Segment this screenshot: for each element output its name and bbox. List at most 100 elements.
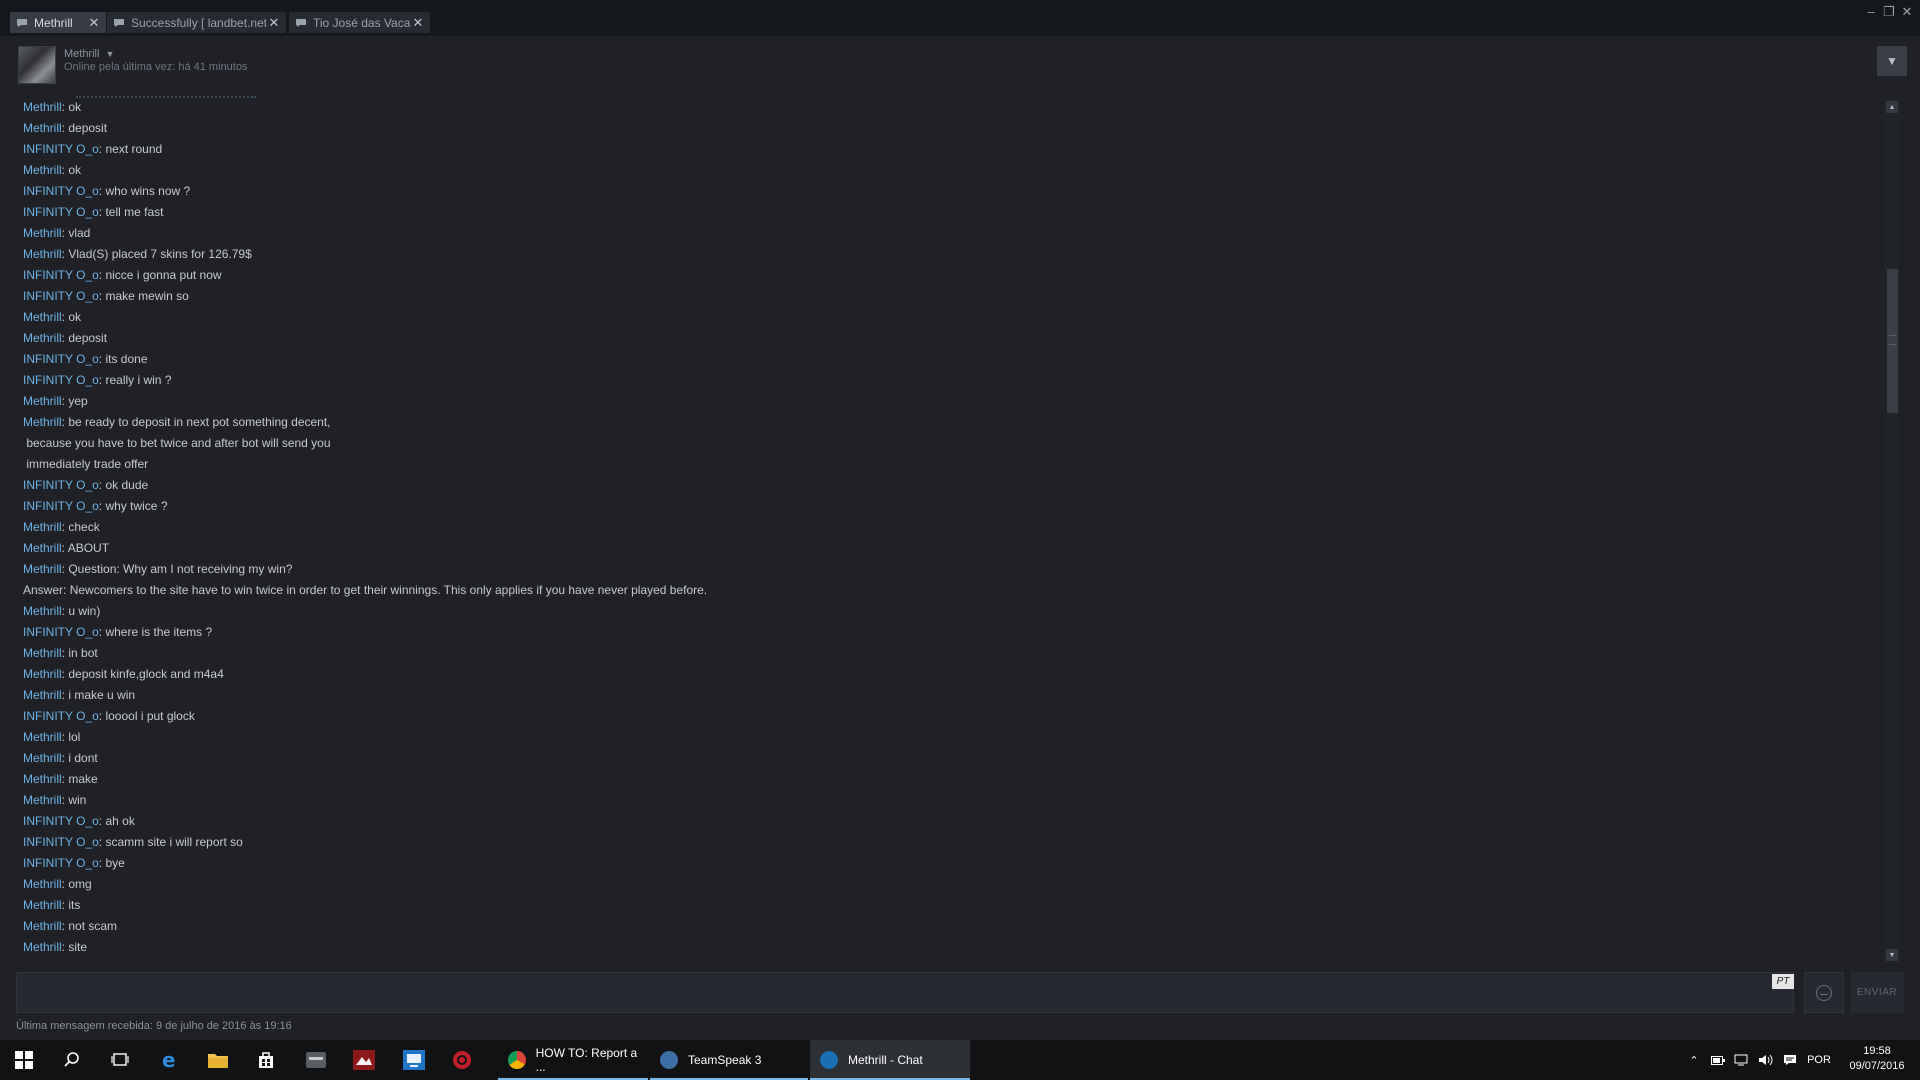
taskbar: e HOW TO: Report a ... TeamSpeak 3 Methr… [0, 1040, 1920, 1080]
dragon-app-icon[interactable] [340, 1040, 388, 1080]
chat-message: Methrill: ABOUT [23, 541, 109, 555]
windows-logo-icon [15, 1051, 33, 1069]
monitor-app-icon[interactable] [390, 1040, 438, 1080]
friend-status: Online pela última vez: há 41 minutos [64, 61, 248, 73]
chat-message: INFINITY O_o: really i win ? [23, 373, 172, 387]
minimize-button[interactable]: – [1862, 4, 1880, 19]
chat-message: INFINITY O_o: tell me fast [23, 205, 164, 219]
message-text: be ready to deposit in next pot somethin… [68, 415, 331, 429]
taskbar-app-steam-chat[interactable]: Methrill - Chat [810, 1040, 970, 1080]
chat-options-button[interactable]: ▼ [1877, 46, 1907, 76]
tab-methrill[interactable]: Methrill ✕ [10, 12, 106, 33]
edge-icon[interactable]: e [146, 1040, 194, 1080]
tab-label: Successfully [ landbet.net ] [131, 15, 266, 30]
app-tile-icon[interactable] [292, 1040, 340, 1080]
file-explorer-icon[interactable] [194, 1040, 242, 1080]
red-circle-app-icon[interactable] [438, 1040, 486, 1080]
message-author: INFINITY O_o [23, 499, 99, 513]
message-author: Methrill [23, 415, 62, 429]
message-text: deposit [68, 121, 108, 135]
message-author: INFINITY O_o [23, 205, 99, 219]
restore-button[interactable]: ❐ [1880, 4, 1898, 20]
chevron-up-icon[interactable]: ⌃ [1682, 1054, 1706, 1067]
chat-message: Methrill: site [23, 940, 87, 954]
taskbar-app-teamspeak[interactable]: TeamSpeak 3 [650, 1040, 808, 1080]
message-author: INFINITY O_o [23, 625, 99, 639]
start-button[interactable] [0, 1040, 48, 1080]
message-text: make [68, 772, 98, 786]
chat-bubble-icon [113, 18, 125, 28]
message-author: Methrill [23, 793, 62, 807]
message-text: ok [68, 100, 82, 114]
chat-message: INFINITY O_o: nicce i gonna put now [23, 268, 222, 282]
chat-message: INFINITY O_o: who wins now ? [23, 184, 190, 198]
caret-down-icon[interactable]: ▼ [105, 49, 114, 59]
chat-message: immediately trade offer [23, 457, 148, 471]
tab-label: Methrill [34, 15, 73, 30]
message-text: yep [68, 394, 88, 408]
chat-message: Methrill: u win) [23, 604, 100, 618]
taskbar-app-chrome[interactable]: HOW TO: Report a ... [498, 1040, 648, 1080]
steam-icon [820, 1051, 838, 1069]
store-icon[interactable] [242, 1040, 290, 1080]
chat-message: Methrill: make [23, 772, 98, 786]
smiley-icon [1816, 984, 1832, 1001]
chat-scrollbar[interactable]: ▲ ▼ [1884, 99, 1900, 963]
system-tray: ⌃ POR [1682, 1040, 1836, 1080]
notification-icon[interactable] [1778, 1054, 1802, 1066]
avatar[interactable] [18, 46, 56, 84]
message-author: Methrill [23, 688, 62, 702]
language-badge[interactable]: PT [1772, 974, 1794, 989]
chat-message: INFINITY O_o: ah ok [23, 814, 135, 828]
chat-message: INFINITY O_o: ok dude [23, 478, 148, 492]
send-button[interactable]: ENVIAR [1850, 972, 1904, 1013]
message-author: Methrill [23, 646, 62, 660]
close-tab-icon[interactable]: ✕ [86, 15, 102, 31]
task-view-icon[interactable] [96, 1040, 144, 1080]
chat-message: because you have to bet twice and after … [23, 436, 330, 450]
message-text: its [68, 898, 81, 912]
chat-bubble-icon [16, 18, 28, 28]
message-author: Methrill [23, 247, 62, 261]
network-icon[interactable] [1730, 1054, 1754, 1066]
message-author: INFINITY O_o [23, 835, 99, 849]
volume-icon[interactable] [1754, 1054, 1778, 1066]
chat-message: INFINITY O_o: looool i put glock [23, 709, 195, 723]
emoticon-button[interactable] [1804, 972, 1844, 1013]
message-text: check [68, 520, 100, 534]
message-text: scamm site i will report so [105, 835, 243, 849]
close-tab-icon[interactable]: ✕ [266, 15, 282, 31]
message-text: tell me fast [105, 205, 164, 219]
message-text: i dont [68, 751, 98, 765]
chrome-icon [508, 1051, 526, 1069]
battery-icon[interactable] [1706, 1055, 1730, 1065]
message-author: INFINITY O_o [23, 856, 99, 870]
chat-log: Methrill: ok Methrill: deposit INFINITY O_… [16, 96, 1882, 962]
message-author: Methrill [23, 394, 62, 408]
scroll-down-icon[interactable]: ▼ [1886, 949, 1898, 961]
chat-message: INFINITY O_o: bye [23, 856, 125, 870]
scrollbar-thumb[interactable] [1887, 269, 1898, 413]
chat-message: Methrill: deposit [23, 121, 107, 135]
taskbar-clock[interactable]: 19:58 09/07/2016 [1840, 1044, 1914, 1074]
chat-message: Methrill: Question: Why am I not receivi… [23, 562, 292, 576]
search-icon[interactable] [48, 1040, 96, 1080]
taskbar-app-label: Methrill - Chat [848, 1053, 923, 1067]
input-language[interactable]: POR [1802, 1054, 1836, 1066]
chat-message: Methrill: i make u win [23, 688, 135, 702]
friend-name-label: Methrill [64, 48, 100, 60]
close-window-button[interactable]: ✕ [1898, 4, 1916, 20]
scroll-up-icon[interactable]: ▲ [1886, 101, 1898, 113]
close-tab-icon[interactable]: ✕ [410, 15, 426, 31]
message-text: ok dude [105, 478, 149, 492]
tab-tio-jose[interactable]: Tio José das Vacas ✕ [289, 12, 430, 33]
friend-name[interactable]: Methrill ▼ [64, 48, 114, 60]
message-text: its done [105, 352, 148, 366]
message-text: where is the items ? [105, 625, 213, 639]
author-separator: : [63, 583, 70, 597]
chat-message: Methrill: its [23, 898, 80, 912]
tab-landbet[interactable]: Successfully [ landbet.net ] ✕ [107, 12, 286, 33]
message-input[interactable] [16, 972, 1794, 1013]
chat-message: Methrill: be ready to deposit in next po… [23, 415, 331, 429]
message-author: INFINITY O_o [23, 478, 99, 492]
